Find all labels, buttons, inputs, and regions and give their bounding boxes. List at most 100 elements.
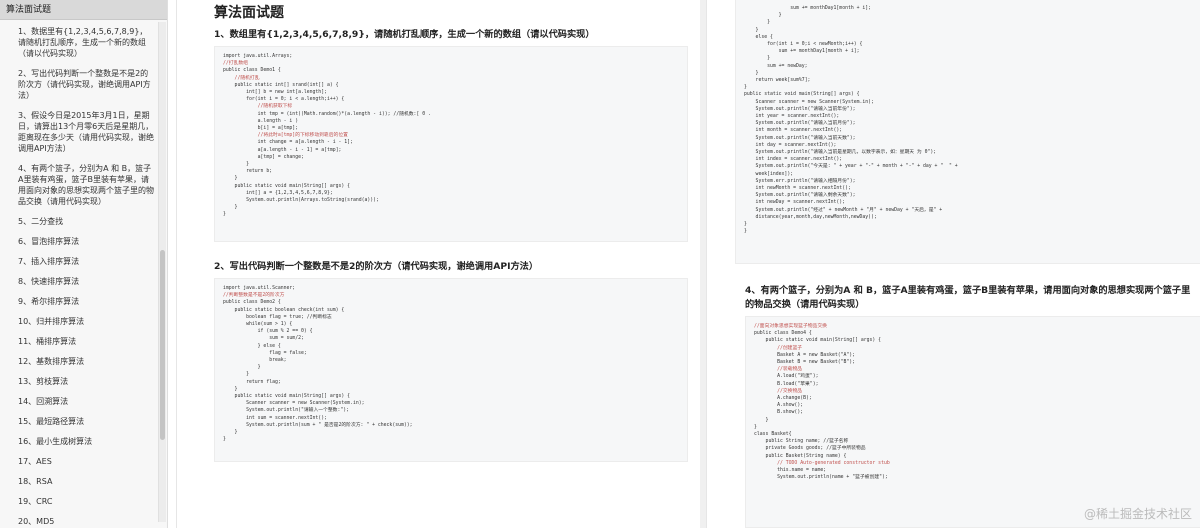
code-line: flag = false;: [223, 350, 307, 356]
code-line: B.show();: [754, 410, 804, 416]
code-line: //随机打乱: [223, 75, 260, 81]
code-line: public class Demo2 {: [223, 300, 281, 306]
code-line: while(sum > 1) {: [223, 322, 293, 328]
q4-heading: 4、有两个篮子，分别为A 和 B，篮子A里装有鸡蛋，篮子B里装有苹果，请用面向对…: [745, 285, 1191, 310]
toc-item[interactable]: 5、二分查找: [18, 216, 155, 227]
page-right: sum += monthDay1[month + i]; } } } else …: [706, 0, 1200, 528]
code-line: public static void main(String[] args) {: [754, 338, 882, 344]
code-line: System.out.println(Arrays.toString(srand…: [223, 198, 379, 204]
code-line: System.err.println("请输入相隔月份");: [744, 178, 856, 184]
q3-code-block: sum += monthDay1[month + i]; } } } else …: [735, 0, 1200, 264]
toc-item[interactable]: 6、冒泡排序算法: [18, 236, 155, 247]
q2-code-block: import java.util.Scanner; //判断整数是不是2的阶次方 p…: [214, 278, 688, 462]
code-line: week[index]);: [744, 171, 794, 177]
code-line: Basket A = new Basket("A");: [754, 352, 856, 358]
code-line: private Goods goods; //篮子中所装物品: [754, 446, 866, 452]
code-line: System.out.println("请输入一个整数:");: [223, 408, 349, 414]
code-line: }: [744, 13, 782, 19]
code-line: }: [223, 176, 238, 182]
watermark: @稀土掘金技术社区: [1083, 507, 1192, 521]
code-line: }: [223, 162, 249, 168]
code-line: // TODO Auto-generated constructor stub: [754, 460, 890, 466]
toc-item[interactable]: 20、MD5: [18, 516, 155, 527]
code-line: }: [744, 27, 759, 33]
code-line: int index = scanner.nextInt();: [744, 157, 843, 163]
toc-item[interactable]: 2、写出代码判断一个整数是不是2的阶次方（请代码实现，谢绝调用API方法）: [18, 68, 155, 101]
code-line: sum = sum/2;: [223, 336, 304, 342]
code-line: import java.util.Scanner;: [223, 286, 296, 291]
document-viewer: 算法面试题 1、数据里有{1,2,3,4,5,6,7,8,9}，请随机打乱顺序，…: [0, 0, 1200, 528]
code-line: //判断整数是不是2的阶次方: [223, 293, 285, 299]
code-line: public String name; //篮子名称: [754, 439, 849, 445]
toc-scrollbar-thumb[interactable]: [160, 250, 165, 440]
toc-item[interactable]: 9、希尔排序算法: [18, 296, 155, 307]
code-line: //创建篮子: [754, 345, 803, 351]
toc-scrollbar[interactable]: [158, 22, 166, 522]
code-line: }: [223, 430, 238, 436]
q1-heading: 1、数组里有{1,2,3,4,5,6,7,8,9}，请随机打乱顺序，生成一个新的…: [214, 29, 595, 40]
code-line: System.out.println("经过" + newMonth + "月"…: [744, 207, 943, 213]
toc-item[interactable]: 13、剪枝算法: [18, 376, 155, 387]
code-line: }: [223, 372, 249, 378]
toc-item[interactable]: 12、基数排序算法: [18, 356, 155, 367]
toc-item[interactable]: 19、CRC: [18, 496, 155, 507]
toc-item[interactable]: 8、快速排序算法: [18, 276, 155, 287]
code-line: a[tmp] = change;: [223, 154, 304, 160]
code-line: }: [744, 85, 747, 91]
code-line: int sum = scanner.nextInt();: [223, 415, 327, 421]
toc-item[interactable]: 15、最短路径算法: [18, 416, 155, 427]
code-line: }: [744, 229, 747, 235]
code-line: }: [223, 205, 238, 211]
code-line: return b;: [223, 169, 273, 175]
code-line: System.out.println("请输入剩余天数");: [744, 193, 856, 199]
code-line: public class Demo1 {: [223, 68, 281, 74]
code-line: a.length - i ): [223, 118, 299, 124]
toc-item[interactable]: 3、假设今日是2015年3月1日，星期日，请算出13个月零6天后是星期几，距离现…: [18, 110, 155, 154]
code-line: Scanner scanner = new Scanner(System.in)…: [223, 401, 365, 407]
code-line: }: [754, 417, 769, 423]
code-line: A.load("鸡蛋");: [754, 374, 819, 380]
code-line: //面向对象思想实现篮子物品交换: [754, 324, 827, 329]
toc-title[interactable]: 算法面试题: [0, 0, 167, 20]
code-line: public Basket(String name) {: [754, 453, 847, 459]
code-line: System.out.println("请输入当前年份");: [744, 106, 856, 112]
code-line: a[a.length - i - 1] = a[tmp];: [223, 147, 342, 153]
code-line: }: [223, 437, 226, 443]
code-line: public class Demo4 {: [754, 331, 812, 337]
code-line: public static void main(String[] args) {: [223, 183, 351, 189]
toc-item[interactable]: 17、AES: [18, 456, 155, 467]
code-line: //交换物品: [754, 388, 803, 394]
toc-item[interactable]: 11、桶排序算法: [18, 336, 155, 347]
code-line: for(int i = 0;i < newMonth;i++) {: [744, 42, 863, 48]
code-line: public static int[] srand(int[] a) {: [223, 82, 339, 88]
code-line: //随机获取下标: [223, 104, 293, 110]
code-line: sum += monthDay1[month + i];: [744, 49, 860, 55]
code-line: }: [223, 212, 226, 218]
code-line: }: [754, 424, 757, 430]
code-line: }: [744, 56, 770, 62]
code-line: }: [223, 386, 238, 392]
code-line: boolean flag = true; //判断标志: [223, 314, 332, 320]
toc-item[interactable]: 10、归并排序算法: [18, 316, 155, 327]
code-line: int year = scanner.nextInt();: [744, 114, 840, 120]
code-line: System.out.println("请输入当前月份");: [744, 121, 856, 127]
code-line: b[i] = a[tmp];: [223, 126, 299, 132]
q4-code-block: //面向对象思想实现篮子物品交换 public class Demo4 { pub…: [745, 316, 1200, 528]
code-line: System.out.println(sum + " 是否是2的阶次方: " +…: [223, 422, 413, 428]
toc-item[interactable]: 14、回溯算法: [18, 396, 155, 407]
code-line: return week[sum%7];: [744, 78, 811, 84]
code-line: int newDay = scanner.nextInt();: [744, 200, 846, 206]
code-line: else {: [744, 34, 773, 40]
toc-item[interactable]: 7、插入排序算法: [18, 256, 155, 267]
page-title: 算法面试题: [214, 5, 284, 21]
toc-item[interactable]: 1、数据里有{1,2,3,4,5,6,7,8,9}，请随机打乱顺序，生成一个新的…: [18, 26, 155, 59]
toc-item[interactable]: 16、最小生成树算法: [18, 436, 155, 447]
toc-item[interactable]: 18、RSA: [18, 476, 155, 487]
toc-item[interactable]: 4、有两个篮子，分别为A 和 B，篮子A里装有鸡蛋，篮子B里装有苹果，请用面向对…: [18, 163, 155, 207]
page-left: 算法面试题 1、数组里有{1,2,3,4,5,6,7,8,9}，请随机打乱顺序，…: [176, 0, 708, 528]
code-line: //将此时a[tmp]的下标移动到靠后的位置: [223, 133, 348, 139]
code-line: }: [744, 20, 770, 26]
code-line: int day = scanner.nextInt();: [744, 142, 837, 148]
code-line: A.change(B);: [754, 396, 812, 402]
code-line: return flag;: [223, 379, 281, 385]
